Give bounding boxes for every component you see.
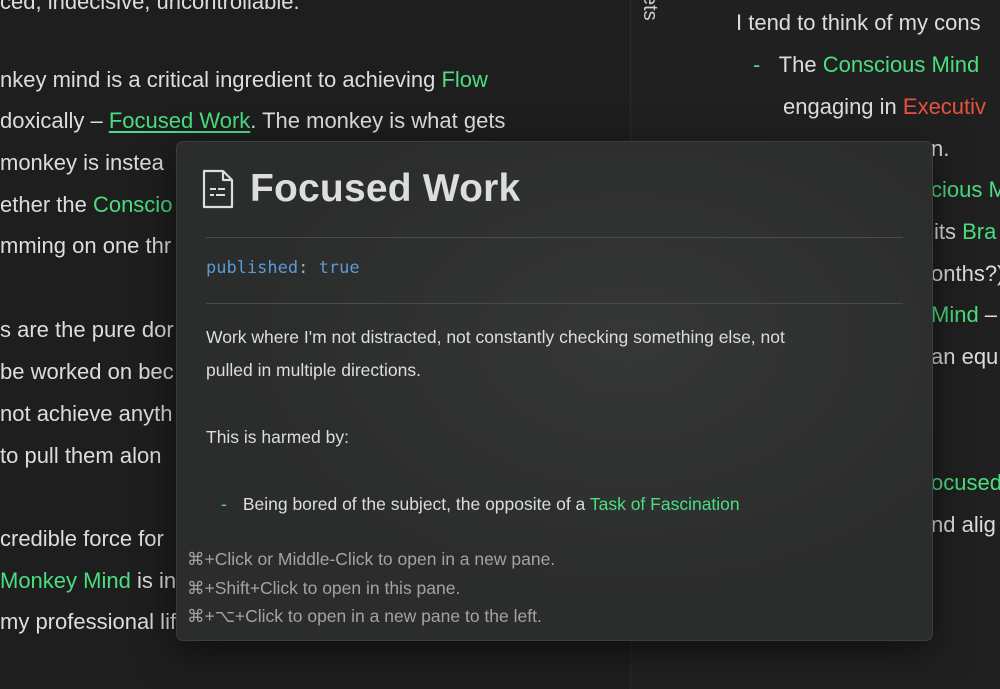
- text-line: doxically – Focused Work. The monkey is …: [0, 108, 506, 133]
- link-focused-work[interactable]: Focused Work: [109, 108, 250, 133]
- vertical-tab-label[interactable]: ets: [638, 0, 661, 21]
- text-line: nkey mind is a critical ingredient to ac…: [0, 67, 488, 92]
- link-conscious-mind[interactable]: Conscious Mind: [823, 52, 980, 77]
- divider: [206, 237, 903, 238]
- paragraph-line: pulled in multiple directions.: [206, 360, 421, 380]
- hint-text: ⌘+Click or Middle-Click to open in a new…: [187, 549, 556, 569]
- property-value: true: [318, 258, 360, 278]
- hint-text: ⌘+Shift+Click to open in this pane.: [187, 578, 461, 598]
- text-line: an equ: [931, 344, 999, 369]
- link-task-of-fascination[interactable]: Task of Fascination: [590, 494, 740, 514]
- text-line: engaging in Executiv: [783, 94, 987, 119]
- text-line: my professional lif: [0, 609, 177, 634]
- text-line: not achieve anyth: [0, 401, 173, 426]
- popover-title[interactable]: Focused Work: [250, 167, 520, 211]
- text-line: Monkey Mind is in: [0, 568, 177, 593]
- link-focused[interactable]: ocused: [931, 470, 1000, 495]
- text-line: credible force for: [0, 526, 164, 551]
- text-line: I tend to think of my cons: [736, 10, 981, 35]
- text-line: Mind – A: [931, 302, 1000, 327]
- link-monkey-mind[interactable]: Monkey Mind: [0, 568, 131, 593]
- file-icon: [202, 169, 234, 209]
- list-item: - The Conscious Mind: [753, 52, 980, 77]
- text-line: onths?): [931, 261, 1000, 286]
- text-line: its Bra: [934, 219, 997, 244]
- link-preview-popover[interactable]: Focused Work published: true Work where …: [176, 141, 933, 641]
- text-line: nd alig: [931, 512, 996, 537]
- text-line: ocused: [931, 469, 1000, 497]
- text-line: cious M: [931, 176, 1000, 204]
- link-mind[interactable]: Mind: [931, 302, 979, 327]
- list-item: - Being bored of the subject, the opposit…: [221, 494, 740, 514]
- link-executive[interactable]: Executiv: [903, 94, 986, 119]
- paragraph-line: Work where I'm not distracted, not const…: [206, 327, 785, 347]
- text-line: ced, indecisive, uncontrollable.: [0, 0, 300, 14]
- text-line: mming on one thr: [0, 233, 172, 258]
- link-flow[interactable]: Flow: [441, 67, 487, 92]
- link-conscious-mind-2[interactable]: cious M: [931, 177, 1000, 202]
- text-line: ether the Conscio: [0, 192, 173, 217]
- link-conscious[interactable]: Conscio: [93, 192, 172, 217]
- property-key: published: [206, 258, 299, 278]
- divider: [206, 303, 903, 304]
- text-line: monkey is instea: [0, 150, 164, 175]
- link-brain[interactable]: Bra: [962, 219, 996, 244]
- frontmatter-property: published: true: [206, 258, 360, 278]
- popover-header: Focused Work: [201, 164, 520, 214]
- text-line: to pull them alon: [0, 443, 162, 468]
- text-line: n.: [931, 136, 950, 161]
- harmed-by-heading: This is harmed by:: [206, 427, 349, 447]
- bullet-dash: -: [221, 494, 227, 514]
- hint-text: ⌘+⌥+Click to open in a new pane to the l…: [187, 606, 542, 626]
- text-line: be worked on bec: [0, 359, 174, 384]
- text-line: s are the pure dor: [0, 317, 174, 342]
